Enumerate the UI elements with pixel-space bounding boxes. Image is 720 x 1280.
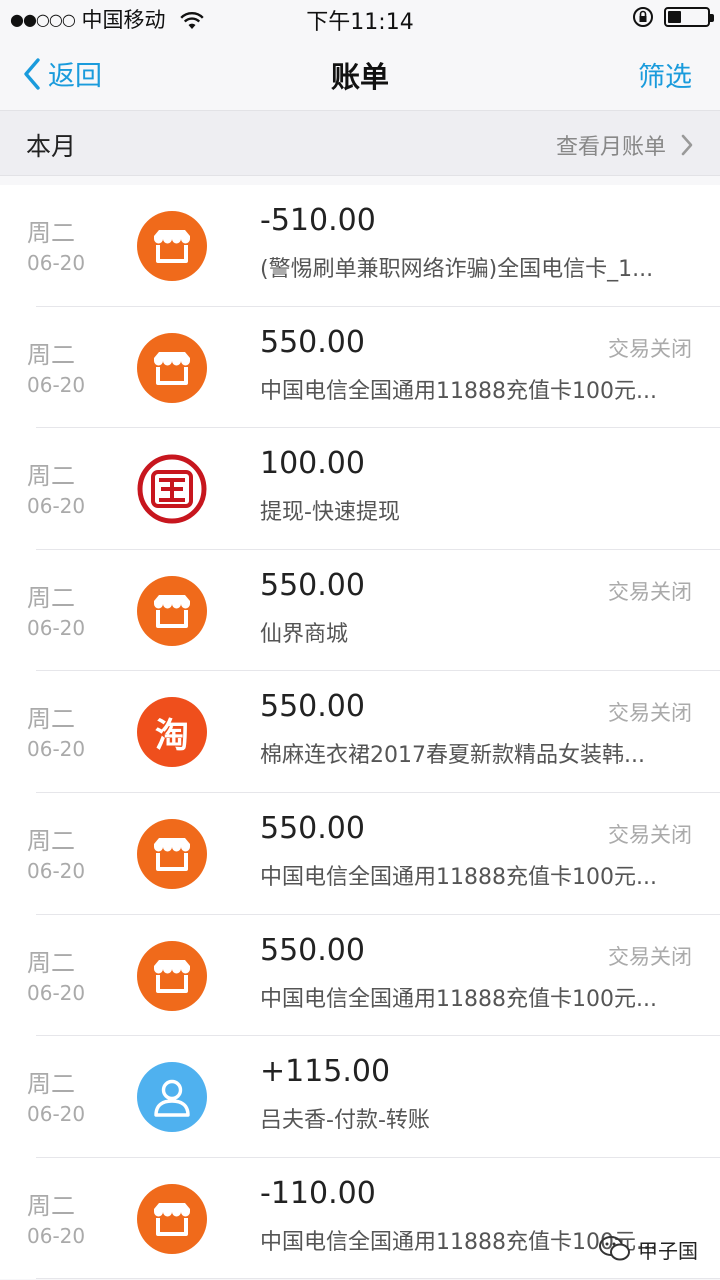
transaction-description: 仙界商城 <box>260 621 349 647</box>
month-label: 本月 <box>26 132 77 161</box>
transaction-weekday: 周二 <box>27 340 75 369</box>
transaction-status: 交易关闭 <box>608 944 692 969</box>
filter-button[interactable]: 筛选 <box>638 55 692 94</box>
transaction-amount: -510.00 <box>260 203 376 238</box>
transaction-description: 棉麻连衣裙2017春夏新款精品女装韩... <box>260 743 645 769</box>
transaction-weekday: 周二 <box>27 462 75 491</box>
status-time: 下午11:14 <box>306 10 414 35</box>
transaction-description: 中国电信全国通用11888充值卡100元... <box>260 864 657 890</box>
status-right <box>632 6 714 28</box>
battery-icon <box>664 7 714 27</box>
transaction-amount: 100.00 <box>260 446 365 482</box>
transaction-description: 吕夫香-付款-转账 <box>260 1108 430 1134</box>
transaction-status: 交易关闭 <box>608 336 692 361</box>
transaction-date: 06-20 <box>27 737 86 762</box>
transaction-description: (警惕刷单兼职网络诈骗)全国电信卡_1... <box>260 257 654 282</box>
watermark-label: 甲子国 <box>638 1238 698 1263</box>
transaction-amount: 550.00 <box>260 689 365 725</box>
battery-tip <box>710 14 714 22</box>
transaction-weekday: 周二 <box>27 705 75 734</box>
transaction-amount: 550.00 <box>260 932 365 968</box>
transaction-row[interactable]: 周二 06-20 -510.00 (警惕刷单兼职网络诈骗)全国电信卡_1... <box>0 185 720 307</box>
nav-bar: 返回 账单 筛选 <box>0 36 720 110</box>
taobao-icon-char: 淘 <box>155 715 189 756</box>
transaction-amount: +115.00 <box>260 1054 391 1090</box>
transaction-amount: 550.00 <box>260 324 365 360</box>
person-icon <box>137 1062 207 1133</box>
page-title: 账单 <box>330 60 389 94</box>
transaction-description: 中国电信全国通用11888充值卡100元... <box>260 986 657 1012</box>
transaction-description: 中国电信全国通用11888充值卡100元... <box>260 378 657 404</box>
transaction-row[interactable]: 周二 06-20 550.00 中国电信全国通用11888充值卡100元... 交易关闭 <box>0 914 720 1037</box>
battery-level-fill <box>668 11 682 23</box>
status-bar: ●●○○○ 中国移动 下午11:14 <box>0 0 720 36</box>
transaction-row[interactable]: 周二 06-20 550.00 仙界商城 交易关闭 <box>0 549 720 672</box>
shop-icon <box>137 332 207 403</box>
monthly-bill-link[interactable]: 查看月账单 <box>556 129 694 161</box>
transaction-weekday: 周二 <box>27 826 75 855</box>
taobao-icon: 淘 <box>137 697 207 768</box>
transaction-list: 周二 06-20 -510.00 (警惕刷单兼职网络诈骗)全国电信卡_1... 周二 06… <box>0 185 720 1280</box>
transaction-date: 06-20 <box>27 615 86 640</box>
transaction-weekday: 周二 <box>27 1070 75 1099</box>
transaction-date: 06-20 <box>27 251 86 275</box>
transaction-weekday: 周二 <box>27 948 75 977</box>
transaction-date: 06-20 <box>27 858 86 883</box>
monthly-bill-link-label: 查看月账单 <box>555 135 666 160</box>
shop-icon <box>137 1183 207 1254</box>
bank-icon <box>137 454 207 525</box>
transaction-date: 06-20 <box>27 494 86 519</box>
transaction-date: 06-20 <box>27 372 86 397</box>
transaction-amount: 550.00 <box>260 567 365 603</box>
transaction-amount: 550.00 <box>260 810 365 846</box>
shop-icon <box>137 818 207 889</box>
transaction-status: 交易关闭 <box>608 579 692 604</box>
watermark: 甲子国 <box>598 1234 698 1264</box>
transaction-weekday: 周二 <box>27 583 75 612</box>
transaction-date: 06-20 <box>27 1102 86 1127</box>
transaction-weekday: 周二 <box>27 219 75 247</box>
transaction-row[interactable]: 周二 06-20 +115.00 吕夫香-付款-转账 <box>0 1036 720 1158</box>
rotation-lock-icon <box>633 7 653 27</box>
transaction-status: 交易关闭 <box>608 822 692 847</box>
shop-icon <box>137 211 207 281</box>
transaction-amount: -110.00 <box>260 1175 376 1211</box>
wechat-icon <box>599 1236 630 1261</box>
chevron-right-icon <box>681 134 693 156</box>
transaction-weekday: 周二 <box>27 1191 75 1220</box>
shop-icon <box>137 940 207 1011</box>
transaction-row[interactable]: 周二 06-20 550.00 中国电信全国通用11888充值卡100元... 交易关闭 <box>0 306 720 429</box>
transaction-date: 06-20 <box>27 1223 86 1248</box>
transaction-row[interactable]: 周二 06-20 淘 550.00 棉麻连衣裙2017春夏新款精品女装韩... 交易关闭 <box>0 671 720 793</box>
transaction-date: 06-20 <box>27 980 86 1005</box>
transaction-row[interactable]: 周二 06-20 550.00 中国电信全国通用11888充值卡100元... 交易关闭 <box>0 792 720 915</box>
month-section-header: 本月 查看月账单 <box>0 110 720 176</box>
transaction-status: 交易关闭 <box>608 701 692 726</box>
transaction-row[interactable]: 周二 06-20 100.00 提现-快速提现 <box>0 428 720 550</box>
shop-icon <box>137 575 207 646</box>
transaction-description: 提现-快速提现 <box>260 500 400 526</box>
